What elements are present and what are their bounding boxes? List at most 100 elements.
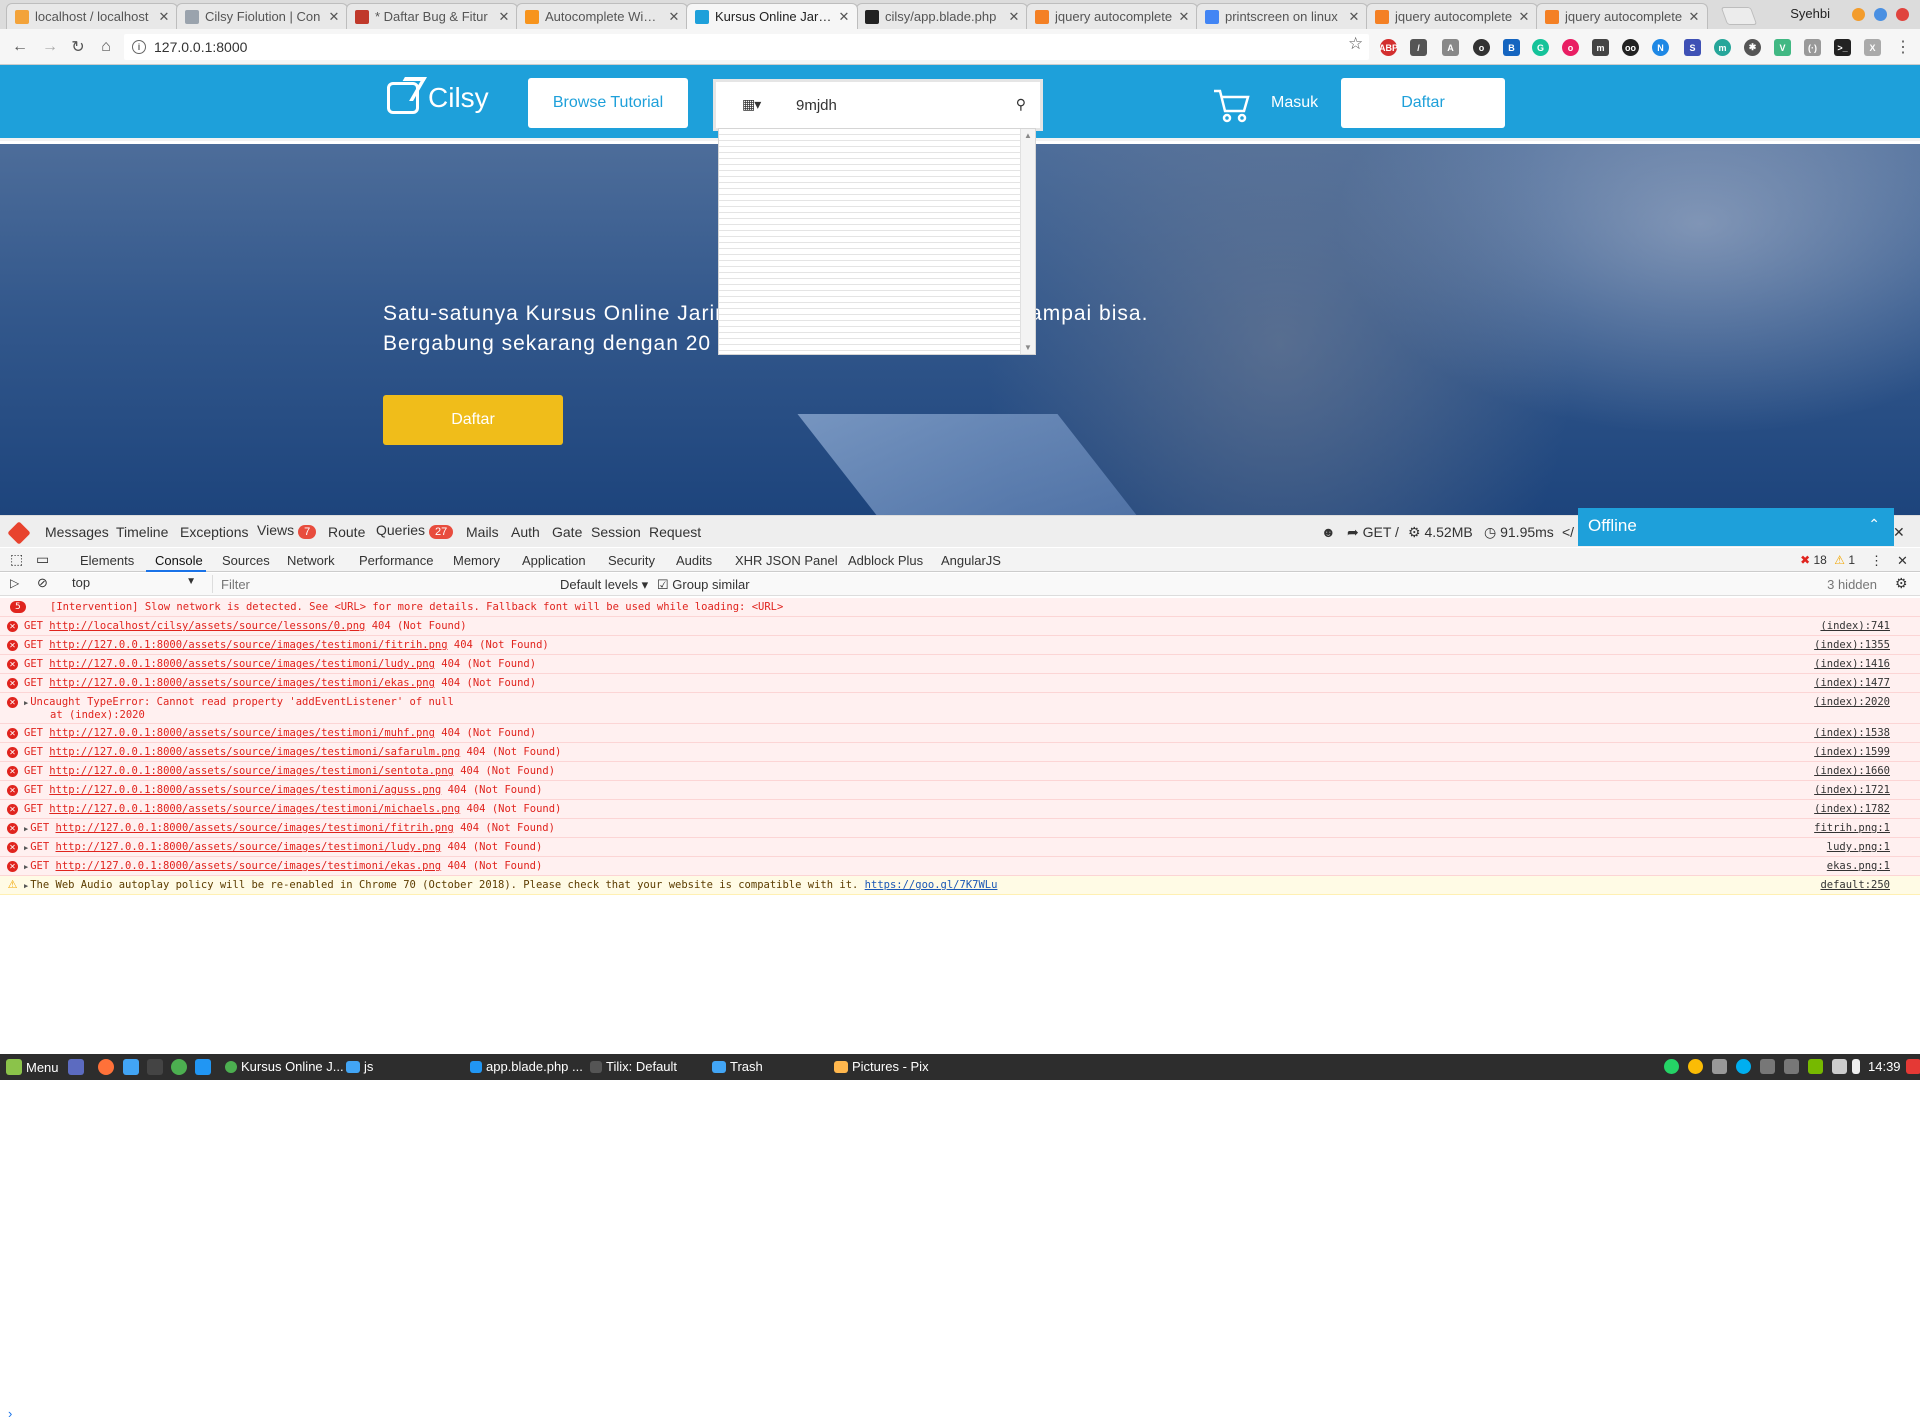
browser-tab[interactable]: Autocomplete Widge ✕ [516, 3, 688, 29]
profile-name[interactable]: Syehbi [1790, 6, 1830, 21]
home-icon[interactable]: ⌂ [96, 37, 116, 57]
inspect-icon[interactable]: ⬚ [10, 551, 23, 568]
tab-close-icon[interactable]: ✕ [1687, 9, 1701, 25]
log-source-link[interactable]: (index):1599 [1814, 743, 1890, 761]
tab-close-icon[interactable]: ✕ [157, 9, 171, 25]
console-error-row[interactable]: ✕ GET http://127.0.0.1:8000/assets/source… [0, 762, 1920, 781]
log-source-link[interactable]: default:250 [1820, 876, 1890, 894]
log-source-link[interactable]: ekas.png:1 [1827, 857, 1890, 875]
browser-tab[interactable]: cilsy/app.blade.php ✕ [856, 3, 1028, 29]
log-source-link[interactable]: (index):1538 [1814, 724, 1890, 742]
log-source-link[interactable]: (index):1355 [1814, 636, 1890, 654]
mail-extension-icon[interactable]: m [1592, 39, 1609, 56]
autocomplete-list[interactable] [719, 129, 1021, 354]
wifi-tray-icon[interactable] [1832, 1059, 1847, 1074]
chevron-up-icon[interactable]: ⌃ [1868, 516, 1880, 533]
bookmark-extension-icon[interactable]: B [1503, 39, 1520, 56]
offline-chat-widget[interactable]: Offline ⌃ [1578, 508, 1894, 546]
shield-tray-icon[interactable] [1712, 1059, 1727, 1074]
console-filter-input[interactable] [212, 575, 552, 593]
tab-elements[interactable]: Elements [80, 553, 134, 568]
vscode-icon[interactable] [195, 1059, 211, 1075]
tab-close-icon[interactable]: ✕ [1177, 9, 1191, 25]
show-desktop-icon[interactable] [68, 1059, 84, 1075]
taskbar-app-pix[interactable]: Pictures - Pix [834, 1059, 929, 1074]
debugbar-method[interactable]: ➦ GET / [1347, 524, 1399, 541]
bookmark-star-icon[interactable]: ☆ [1348, 34, 1363, 54]
request-url-link[interactable]: http://127.0.0.1:8000/assets/source/imag… [49, 803, 460, 815]
debugbar-code-icon[interactable]: </ [1562, 524, 1574, 540]
console-warning-row[interactable]: ⚠ ▶ The Web Audio autoplay policy will be … [0, 876, 1920, 895]
debugbar-mails[interactable]: Mails [466, 524, 499, 540]
vue-extension-icon[interactable]: V [1774, 39, 1791, 56]
browser-tab[interactable]: Kursus Online Jaring ✕ [686, 3, 858, 29]
eyedropper-extension-icon[interactable]: / [1410, 39, 1427, 56]
expand-triangle-icon[interactable]: ▶ [24, 844, 28, 852]
console-error-row[interactable]: ✕ GET http://127.0.0.1:8000/assets/source… [0, 655, 1920, 674]
browser-tab[interactable]: Cilsy Fiolution | Con ✕ [176, 3, 348, 29]
nvidia-tray-icon[interactable] [1808, 1059, 1823, 1074]
issue-counter[interactable]: ✖ 18 ⚠ 1 [1800, 553, 1855, 567]
expand-triangle-icon[interactable]: ▶ [24, 882, 28, 890]
log-levels-dropdown[interactable]: Default levels ▾ [560, 577, 648, 593]
site-info-icon[interactable]: i [132, 40, 146, 54]
tab-sources[interactable]: Sources [222, 553, 270, 568]
forward-icon[interactable]: → [40, 37, 60, 57]
chrome-launcher-icon[interactable] [171, 1059, 187, 1075]
log-source-link[interactable]: (index):1782 [1814, 800, 1890, 818]
settings-extension-icon[interactable]: ✱ [1744, 39, 1761, 56]
sync-extension-icon[interactable]: S [1684, 39, 1701, 56]
scroll-up-icon[interactable]: ▲ [1024, 131, 1032, 140]
device-toolbar-icon[interactable]: ▭ [36, 551, 49, 568]
tab-close-icon[interactable]: ✕ [497, 9, 511, 25]
search-input[interactable] [796, 92, 996, 118]
eye-extension-icon[interactable]: oo [1622, 39, 1639, 56]
console-error-row[interactable]: 5 [Intervention] Slow network is detected… [0, 598, 1920, 617]
debugbar-messages[interactable]: Messages [45, 524, 109, 540]
debugbar-logo-icon[interactable] [7, 521, 31, 545]
console-error-row[interactable]: ✕ GET http://127.0.0.1:8000/assets/source… [0, 800, 1920, 819]
log-source-link[interactable]: (index):741 [1820, 617, 1890, 635]
taskbar-app-vscode[interactable]: app.blade.php ... [470, 1059, 583, 1074]
console-error-row[interactable]: ✕ GET http://127.0.0.1:8000/assets/source… [0, 674, 1920, 693]
request-url-link[interactable]: http://127.0.0.1:8000/assets/source/imag… [49, 677, 435, 689]
wireless-extension-icon[interactable]: (·) [1804, 39, 1821, 56]
log-source-link[interactable]: (index):1721 [1814, 781, 1890, 799]
console-error-row[interactable]: ✕ GET http://127.0.0.1:8000/assets/source… [0, 636, 1920, 655]
console-error-row[interactable]: ✕ ▶ GET http://127.0.0.1:8000/assets/sourc… [0, 819, 1920, 838]
browser-tab[interactable]: printscreen on linux ✕ [1196, 3, 1368, 29]
terminal-icon[interactable] [147, 1059, 163, 1075]
request-url-link[interactable]: http://127.0.0.1:8000/assets/source/imag… [49, 765, 454, 777]
sidebar-toggle-icon[interactable]: ▷ [10, 576, 19, 590]
debugbar-views[interactable]: Views 7 [257, 522, 317, 539]
network-tray-icon[interactable] [1760, 1059, 1775, 1074]
expand-triangle-icon[interactable]: ▶ [24, 825, 28, 833]
console-settings-icon[interactable]: ⚙ [1895, 575, 1908, 592]
debugbar-memory[interactable]: ⚙ 4.52MB [1408, 524, 1473, 541]
grammarly-extension-icon[interactable]: G [1532, 39, 1549, 56]
tab-close-icon[interactable]: ✕ [667, 9, 681, 25]
tab-close-icon[interactable]: ✕ [327, 9, 341, 25]
console-error-row[interactable]: ✕ GET http://127.0.0.1:8000/assets/source… [0, 724, 1920, 743]
category-menu-button[interactable]: ▦▾ [742, 96, 761, 113]
tab-application[interactable]: Application [522, 553, 586, 568]
log-source-link[interactable]: ludy.png:1 [1827, 838, 1890, 856]
console-error-row[interactable]: ✕ ▶ GET http://127.0.0.1:8000/assets/sourc… [0, 838, 1920, 857]
angular-extension-icon[interactable]: A [1442, 39, 1459, 56]
devtools-close-icon[interactable]: ✕ [1897, 553, 1908, 569]
log-source-link[interactable]: (index):1660 [1814, 762, 1890, 780]
x-extension-icon[interactable]: X [1864, 39, 1881, 56]
m-extension-icon[interactable]: m [1714, 39, 1731, 56]
debugbar-request[interactable]: Request [649, 524, 701, 540]
whatsapp-tray-icon[interactable] [1664, 1059, 1679, 1074]
close-window-button[interactable] [1896, 8, 1909, 21]
chrome-menu-icon[interactable]: ⋮ [1893, 37, 1913, 57]
tab-angularjs[interactable]: AngularJS [941, 553, 1001, 568]
battery-tray-icon[interactable] [1852, 1059, 1860, 1074]
firefox-icon[interactable] [98, 1059, 114, 1075]
log-source-link[interactable]: (index):2020 [1814, 693, 1890, 711]
autocomplete-scrollbar[interactable]: ▲ ▼ [1020, 129, 1035, 354]
maximize-button[interactable] [1874, 8, 1887, 21]
tab-memory[interactable]: Memory [453, 553, 500, 568]
files-icon[interactable] [123, 1059, 139, 1075]
